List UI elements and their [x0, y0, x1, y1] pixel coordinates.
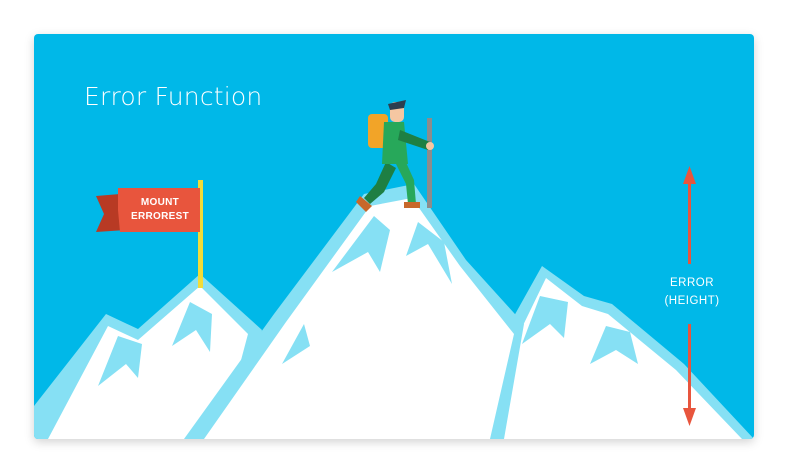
slide: Error Function MOUNT ERROREST ERROR (HEI… [34, 34, 754, 439]
arrow-down-shaft [688, 324, 691, 410]
error-label-line-2: (HEIGHT) [664, 295, 720, 307]
hiker-boot-front [404, 202, 420, 208]
page-title: Error Function [84, 82, 263, 111]
flag-label-line-1: MOUNT [140, 197, 180, 208]
hiker-torso [382, 122, 408, 164]
walking-stick [427, 118, 432, 208]
flag-label-line-2: ERROREST [131, 211, 189, 222]
error-height-label: ERROR (HEIGHT) [648, 274, 736, 310]
error-label-line-1: ERROR [669, 277, 715, 289]
flag-label: MOUNT ERROREST [118, 196, 202, 224]
arrow-up-shaft [688, 182, 691, 264]
hiker-hand [426, 142, 434, 150]
